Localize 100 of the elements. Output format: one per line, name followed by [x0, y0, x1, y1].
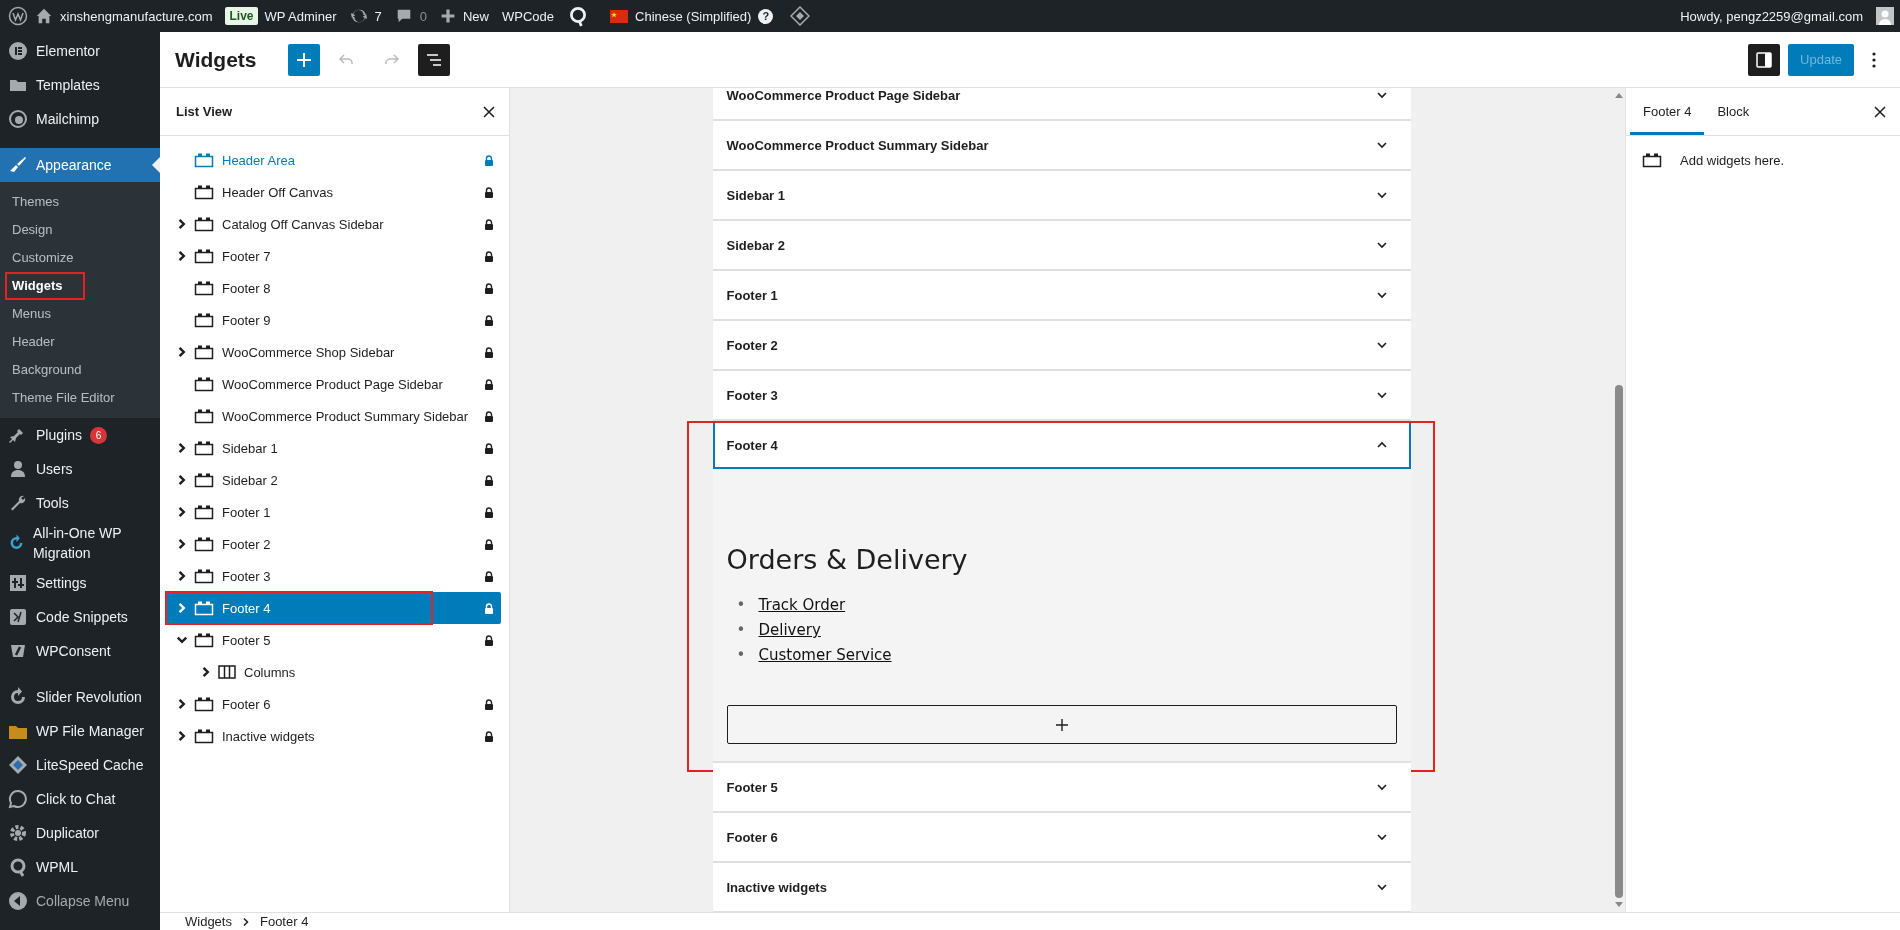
breadcrumb-link[interactable]: Footer 4: [259, 913, 309, 930]
submenu-item[interactable]: Header: [0, 328, 160, 356]
list-view-item[interactable]: Footer 7: [166, 240, 501, 272]
menu-item[interactable]: Settings: [0, 566, 160, 600]
updates-count[interactable]: 7: [374, 8, 382, 24]
chevron-down-icon[interactable]: [176, 634, 188, 646]
chevron-right-icon[interactable]: [176, 218, 188, 230]
bullet-mark: •: [736, 620, 747, 641]
submenu-item[interactable]: Design: [0, 216, 160, 244]
widget-area-icon: [194, 504, 214, 520]
footer-link[interactable]: Track Order: [758, 593, 846, 618]
chat-bubble-icon: [8, 789, 28, 809]
site-name-link[interactable]: xinshengmanufacture.com: [60, 8, 213, 24]
submenu-item[interactable]: Menus: [0, 300, 160, 328]
widget-area-header[interactable]: WooCommerce Product Page Sidebar: [712, 88, 1411, 119]
new-link[interactable]: New: [463, 8, 489, 24]
home-icon[interactable]: [35, 7, 53, 25]
chevron-right-icon[interactable]: [176, 250, 188, 262]
logo-icon[interactable]: [8, 6, 28, 26]
submenu-item[interactable]: Widgets: [0, 272, 160, 300]
chevron-right-icon[interactable]: [176, 442, 188, 454]
chevron-right-icon[interactable]: [200, 666, 212, 678]
flag-icon[interactable]: [610, 9, 629, 23]
refresh-icon[interactable]: [349, 7, 368, 25]
menu-item[interactable]: Elementor: [0, 34, 160, 68]
widget-area-header[interactable]: Footer 2: [712, 321, 1411, 369]
adminer-link[interactable]: WP Adminer: [264, 8, 337, 24]
greeting-text[interactable]: Howdy, pengz2259@gmail.com: [1680, 8, 1863, 24]
menu-item[interactable]: Click to Chat: [0, 782, 160, 816]
widget-area-header[interactable]: Sidebar 1: [712, 171, 1411, 219]
list-view-item[interactable]: Footer 4: [166, 592, 501, 624]
code-icon: [8, 607, 28, 627]
submenu-item[interactable]: Theme File Editor: [0, 384, 160, 412]
list-view-item[interactable]: Inactive widgets: [166, 720, 501, 752]
sidebar-tab[interactable]: Block: [1704, 88, 1763, 135]
list-view-item[interactable]: WooCommerce Product Summary Sidebar: [166, 400, 501, 432]
list-view-item[interactable]: Header Off Canvas: [166, 176, 501, 208]
menu-item[interactable]: WPML: [0, 850, 160, 884]
list-view-item[interactable]: WooCommerce Product Page Sidebar: [166, 368, 501, 400]
chevron-right-icon[interactable]: [176, 538, 188, 550]
widget-area-header[interactable]: Footer 1: [712, 271, 1411, 319]
chevron-right-icon[interactable]: [176, 474, 188, 486]
menu-item[interactable]: Code Snippets: [0, 600, 160, 634]
menu-item[interactable]: Appearance: [0, 148, 160, 182]
settings-sidebar-button[interactable]: [1748, 43, 1781, 76]
menu-item[interactable]: All-in-One WP Migration: [0, 520, 160, 566]
menu-item[interactable]: LiteSpeed Cache: [0, 748, 160, 782]
chevron-right-icon[interactable]: [176, 698, 188, 710]
list-view-item[interactable]: Catalog Off Canvas Sidebar: [166, 208, 501, 240]
menu-item[interactable]: Users: [0, 452, 160, 486]
footer-link[interactable]: Customer Service: [758, 643, 892, 668]
widget-area-icon: [194, 280, 214, 296]
chevron-right-icon[interactable]: [176, 730, 188, 742]
submenu-item[interactable]: Themes: [0, 188, 160, 216]
widget-area-header[interactable]: Inactive widgets: [712, 863, 1411, 911]
submenu-item[interactable]: Background: [0, 356, 160, 384]
diamond-icon[interactable]: [790, 6, 811, 26]
footer-link[interactable]: Delivery: [758, 618, 821, 643]
list-view-item[interactable]: Footer 9: [166, 304, 501, 336]
language-switcher[interactable]: Chinese (Simplified): [635, 8, 752, 24]
widget-area-header[interactable]: WooCommerce Product Summary Sidebar: [712, 121, 1411, 169]
add-block-button[interactable]: [726, 705, 1397, 744]
breadcrumb-link[interactable]: Widgets: [185, 913, 232, 930]
help-button[interactable]: ?: [758, 8, 774, 24]
collapse-menu-button[interactable]: Collapse Menu: [0, 884, 160, 918]
sidebar-tab[interactable]: Footer 4: [1630, 88, 1705, 135]
submenu-item[interactable]: Customize: [0, 244, 160, 272]
panel-title: List View: [176, 104, 233, 119]
list-view-item[interactable]: Sidebar 2: [166, 464, 501, 496]
list-view-item[interactable]: Footer 1: [166, 496, 501, 528]
list-view-item[interactable]: Footer 3: [166, 560, 501, 592]
list-view-item[interactable]: Footer 6: [166, 688, 501, 720]
menu-item[interactable]: Templates: [0, 68, 160, 102]
chevron-right-icon[interactable]: [176, 506, 188, 518]
widget-area-header[interactable]: Footer 5: [712, 763, 1411, 811]
menu-item[interactable]: WPConsent: [0, 634, 160, 668]
widget-area-header[interactable]: Sidebar 2: [712, 221, 1411, 269]
list-view-item[interactable]: Columns: [166, 656, 501, 688]
menu-item[interactable]: Tools: [0, 486, 160, 520]
comments-count[interactable]: 0: [419, 8, 427, 24]
menu-item[interactable]: Mailchimp: [0, 102, 160, 136]
close-icon: [483, 105, 495, 118]
list-view-button[interactable]: [418, 43, 451, 76]
widget-area-header[interactable]: Footer 3: [712, 371, 1411, 419]
list-view-item[interactable]: Header Area: [166, 144, 501, 176]
plus-icon[interactable]: [440, 8, 456, 24]
menu-item[interactable]: Plugins 6: [0, 418, 160, 452]
widget-area-icon: [194, 600, 214, 616]
list-view-item[interactable]: Footer 8: [166, 272, 501, 304]
list-view-item[interactable]: Sidebar 1: [166, 432, 501, 464]
menu-item[interactable]: Duplicator: [0, 816, 160, 850]
menu-item[interactable]: WP File Manager: [0, 714, 160, 748]
wpcode-link[interactable]: WPCode: [502, 8, 555, 24]
list-view-item[interactable]: WooCommerce Shop Sidebar: [166, 336, 501, 368]
menu-item[interactable]: Slider Revolution: [0, 680, 160, 714]
list-view-item[interactable]: Footer 2: [166, 528, 501, 560]
chevron-right-icon[interactable]: [176, 346, 188, 358]
widget-area-header[interactable]: Footer 6: [712, 813, 1411, 861]
chevron-right-icon[interactable]: [176, 570, 188, 582]
list-view-item[interactable]: Footer 5: [166, 624, 501, 656]
